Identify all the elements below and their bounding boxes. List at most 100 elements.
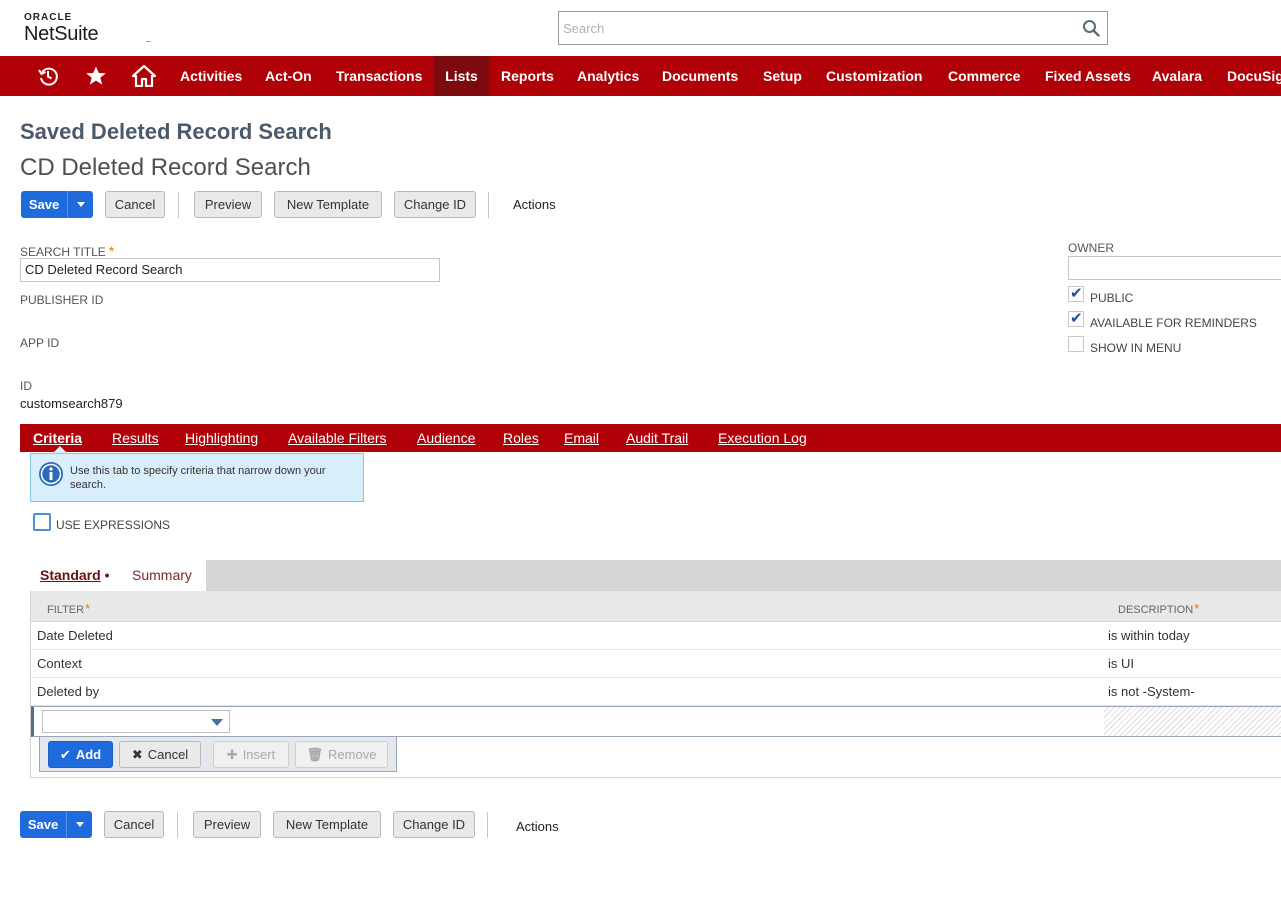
tab-available-filters-label: Available Filters bbox=[288, 430, 387, 446]
criteria-grid: FILTER* DESCRIPTION* Date Deleted is wit… bbox=[30, 591, 1281, 778]
home-icon[interactable] bbox=[132, 65, 156, 87]
available-for-reminders-checkbox[interactable]: ✔ bbox=[1068, 310, 1084, 327]
checkmark-icon: ✔ bbox=[1070, 285, 1083, 302]
add-button[interactable]: ✔ Add bbox=[48, 741, 113, 768]
tab-email[interactable]: Email bbox=[564, 424, 599, 452]
nav-avalara[interactable]: Avalara bbox=[1140, 56, 1214, 96]
tab-highlighting-label: Highlighting bbox=[185, 430, 259, 446]
tab-email-label: Email bbox=[564, 430, 600, 446]
logo-accent bbox=[146, 41, 151, 42]
tab-highlighting[interactable]: Highlighting bbox=[185, 424, 258, 452]
description-disabled-cell bbox=[1104, 707, 1281, 736]
table-row[interactable]: Date Deleted is within today bbox=[31, 622, 1281, 650]
active-dot: • bbox=[100, 567, 110, 583]
filter-column-header: FILTER* bbox=[47, 601, 90, 616]
tab-audience-label: Audience bbox=[417, 430, 476, 446]
cancel-button-bottom[interactable]: Cancel bbox=[104, 811, 164, 838]
save-button-bottom[interactable]: Save bbox=[20, 811, 66, 838]
logo-netsuite-text: NetSuite bbox=[24, 23, 99, 45]
available-for-reminders-label: AVAILABLE FOR REMINDERS bbox=[1090, 316, 1257, 330]
preview-button-bottom[interactable]: Preview bbox=[193, 811, 261, 838]
chevron-down-icon bbox=[76, 822, 84, 827]
change-id-button-bottom[interactable]: Change ID bbox=[393, 811, 475, 838]
use-expressions-checkbox[interactable] bbox=[33, 513, 51, 531]
active-tab-pointer bbox=[53, 446, 67, 453]
row-action-bar: ✔ Add ✖ Cancel ✚ Insert 🗑 Remove bbox=[39, 737, 397, 772]
change-id-button[interactable]: Change ID bbox=[394, 191, 476, 218]
toolbar-divider bbox=[487, 812, 488, 838]
public-label: PUBLIC bbox=[1090, 291, 1134, 305]
tab-criteria-label: Criteria bbox=[33, 430, 83, 446]
nav-setup[interactable]: Setup bbox=[751, 56, 814, 96]
required-mark: * bbox=[108, 243, 115, 259]
netsuite-logo[interactable]: ORACLE NetSuite bbox=[24, 12, 151, 45]
tab-roles[interactable]: Roles bbox=[503, 424, 539, 452]
actions-menu[interactable]: Actions bbox=[513, 197, 556, 212]
checkmark-icon: ✔ bbox=[1070, 310, 1083, 327]
table-row[interactable]: Deleted by is not -System- bbox=[31, 678, 1281, 706]
search-input[interactable] bbox=[559, 12, 1069, 44]
tab-results-label: Results bbox=[112, 430, 159, 446]
grid-header: FILTER* DESCRIPTION* bbox=[31, 591, 1281, 622]
new-template-button[interactable]: New Template bbox=[274, 191, 382, 218]
show-in-menu-checkbox[interactable] bbox=[1068, 336, 1084, 352]
insert-button[interactable]: ✚ Insert bbox=[213, 741, 289, 768]
save-options-dropdown[interactable] bbox=[67, 191, 93, 218]
filter-select[interactable] bbox=[42, 710, 230, 733]
filter-cell: Deleted by bbox=[37, 684, 100, 699]
show-in-menu-label: SHOW IN MENU bbox=[1090, 341, 1182, 355]
id-value: customsearch879 bbox=[20, 396, 123, 411]
use-expressions-label: USE EXPRESSIONS bbox=[56, 518, 171, 532]
nav-lists[interactable]: Lists bbox=[434, 56, 489, 96]
nav-transactions[interactable]: Transactions bbox=[324, 56, 434, 96]
row-cancel-button[interactable]: ✖ Cancel bbox=[119, 741, 201, 768]
description-column-header: DESCRIPTION* bbox=[1118, 601, 1199, 616]
new-template-button-bottom[interactable]: New Template bbox=[273, 811, 381, 838]
cancel-button[interactable]: Cancel bbox=[105, 191, 165, 218]
nav-activities[interactable]: Activities bbox=[168, 56, 254, 96]
save-button[interactable]: Save bbox=[21, 191, 67, 218]
description-cell: is not -System- bbox=[1108, 684, 1195, 699]
public-checkbox[interactable]: ✔ bbox=[1068, 285, 1084, 302]
preview-button[interactable]: Preview bbox=[194, 191, 262, 218]
remove-button[interactable]: 🗑 Remove bbox=[295, 741, 388, 768]
tab-execution-log[interactable]: Execution Log bbox=[718, 424, 807, 452]
tab-results[interactable]: Results bbox=[112, 424, 159, 452]
nav-reports[interactable]: Reports bbox=[489, 56, 566, 96]
dropdown-arrow-icon bbox=[211, 719, 223, 726]
table-row[interactable]: Context is UI bbox=[31, 650, 1281, 678]
nav-customization[interactable]: Customization bbox=[814, 56, 934, 96]
tab-audit-trail[interactable]: Audit Trail bbox=[626, 424, 688, 452]
record-type-title: Saved Deleted Record Search bbox=[20, 119, 332, 144]
tab-available-filters[interactable]: Available Filters bbox=[288, 424, 387, 452]
tab-roles-label: Roles bbox=[503, 430, 539, 446]
save-options-dropdown-bottom[interactable] bbox=[66, 811, 92, 838]
nav-act-on[interactable]: Act-On bbox=[253, 56, 324, 96]
actions-menu-bottom[interactable]: Actions bbox=[516, 819, 559, 834]
search-icon[interactable] bbox=[1082, 19, 1100, 37]
id-label: ID bbox=[20, 379, 32, 393]
main-navigation: Activities Act-On Transactions Lists Rep… bbox=[0, 56, 1281, 96]
plus-icon: ✚ bbox=[226, 747, 238, 762]
search-title-input[interactable]: CD Deleted Record Search bbox=[20, 258, 440, 282]
nav-analytics[interactable]: Analytics bbox=[565, 56, 651, 96]
nav-docusign[interactable]: DocuSign bbox=[1215, 56, 1281, 96]
toolbar-divider bbox=[177, 812, 178, 838]
tab-audience[interactable]: Audience bbox=[417, 424, 475, 452]
nav-commerce[interactable]: Commerce bbox=[936, 56, 1032, 96]
star-icon[interactable] bbox=[85, 65, 107, 87]
criteria-info-box: Use this tab to specify criteria that na… bbox=[30, 453, 364, 502]
nav-documents[interactable]: Documents bbox=[650, 56, 750, 96]
top-header: ORACLE NetSuite bbox=[0, 0, 1281, 56]
owner-select[interactable] bbox=[1068, 256, 1281, 280]
filter-cell: Date Deleted bbox=[37, 628, 113, 643]
search-title-label: SEARCH TITLE * bbox=[20, 243, 114, 259]
tab-standard-label: Standard bbox=[40, 567, 101, 583]
tab-summary[interactable]: Summary bbox=[124, 560, 206, 591]
nav-fixed-assets[interactable]: Fixed Assets bbox=[1033, 56, 1143, 96]
logo-oracle-text: ORACLE bbox=[24, 12, 73, 23]
recent-records-icon[interactable] bbox=[37, 65, 59, 87]
app-id-label: APP ID bbox=[20, 336, 60, 350]
info-icon bbox=[39, 462, 63, 486]
tab-standard[interactable]: Standard • bbox=[30, 560, 124, 591]
